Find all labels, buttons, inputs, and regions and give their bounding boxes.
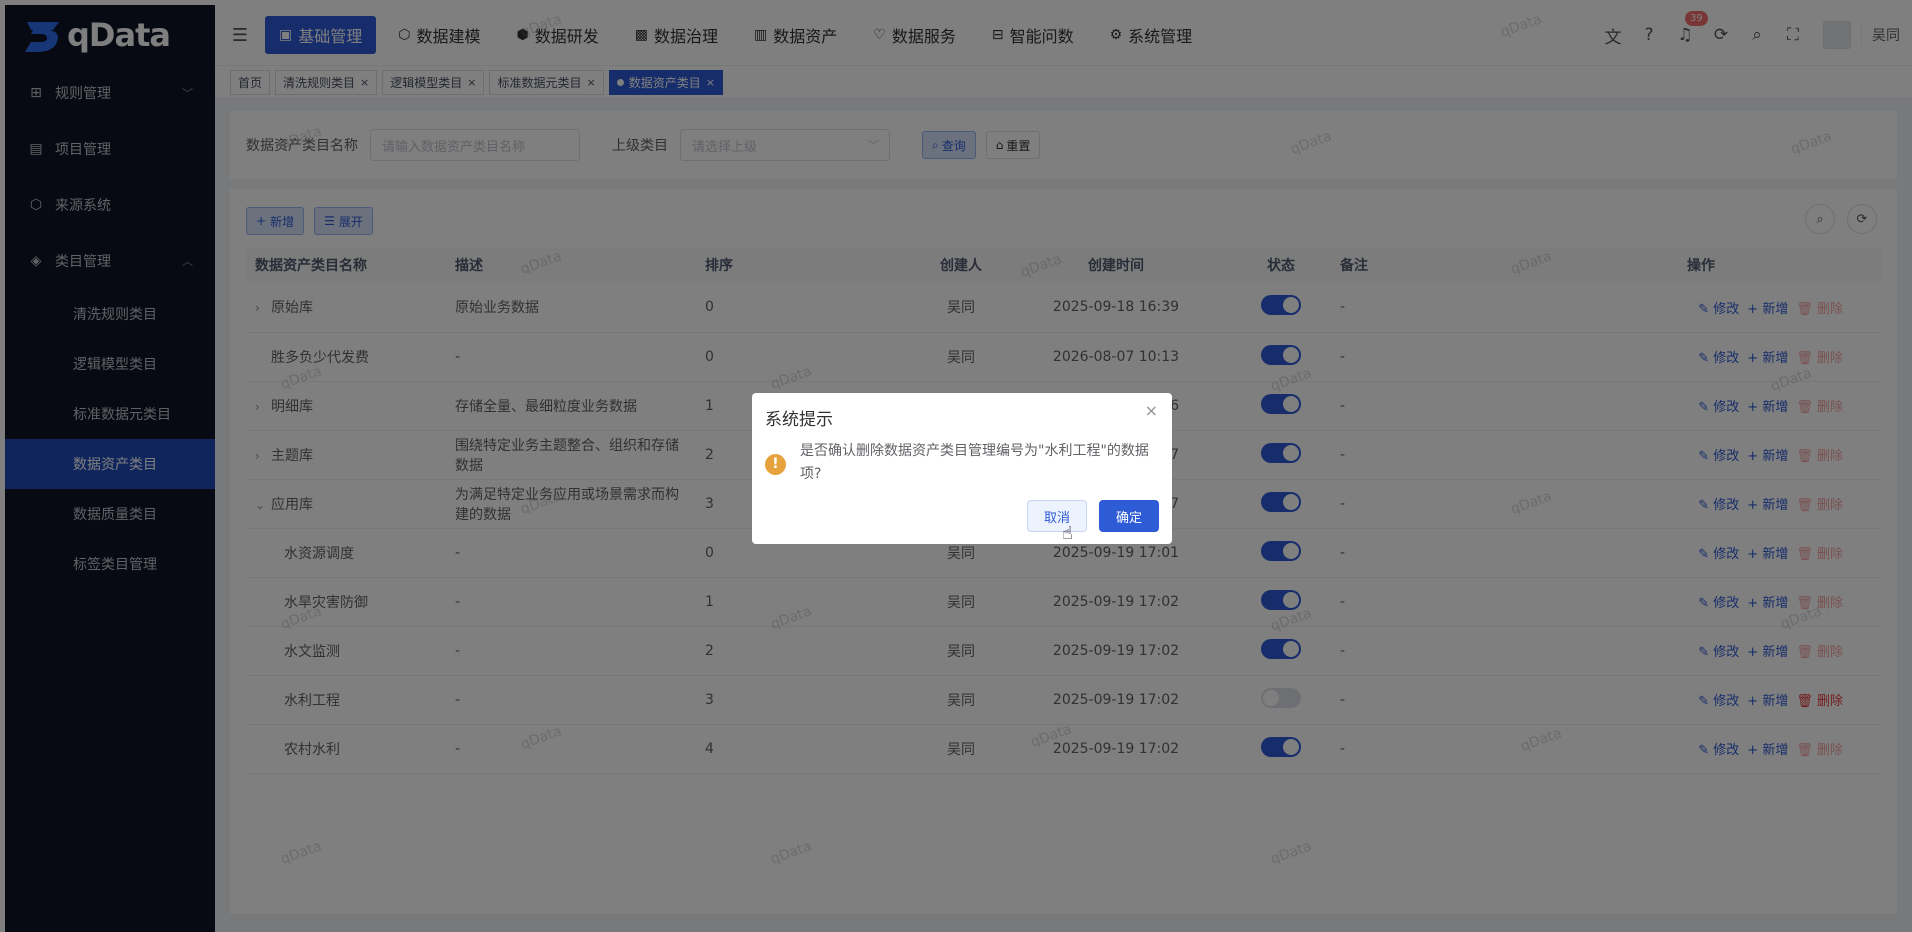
cancel-button[interactable]: 取消 — [1027, 500, 1087, 532]
confirm-button[interactable]: 确定 — [1099, 500, 1159, 532]
close-icon[interactable]: × — [1145, 401, 1158, 420]
warning-icon: ! — [765, 454, 786, 475]
hand-cursor-icon: ☝ — [1062, 523, 1073, 544]
dialog-title: 系统提示 — [765, 410, 833, 430]
dialog-message: 是否确认删除数据资产类目管理编号为"水利工程"的数据项? — [800, 443, 1149, 482]
confirm-dialog: 系统提示 × ! 是否确认删除数据资产类目管理编号为"水利工程"的数据项? 取消… — [752, 393, 1172, 544]
